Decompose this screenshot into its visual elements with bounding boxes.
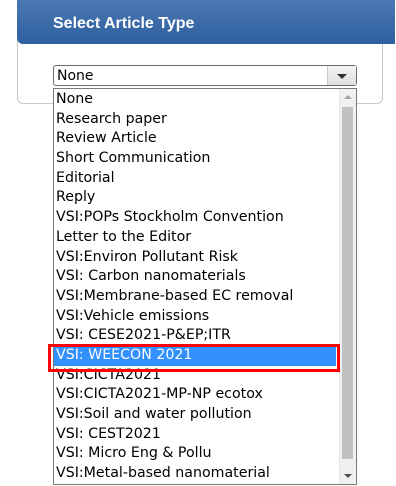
- dropdown-option[interactable]: None: [54, 90, 336, 110]
- scroll-thumb[interactable]: [342, 107, 353, 459]
- dropdown-option[interactable]: VSI:CICTA2021-MP-NP ecotox: [54, 385, 336, 405]
- dropdown-option[interactable]: Review Article: [54, 129, 336, 149]
- dropdown-option[interactable]: Research paper: [54, 110, 336, 130]
- dropdown-option[interactable]: VSI: CESE2021-P&EP;ITR: [54, 326, 336, 346]
- dropdown-option[interactable]: Short Communication: [54, 149, 336, 169]
- scroll-down-arrow-icon[interactable]: [340, 467, 356, 484]
- dropdown-option[interactable]: Reply: [54, 188, 336, 208]
- panel-title: Select Article Type: [53, 15, 195, 32]
- dropdown-option[interactable]: VSI:Membrane-based EC removal: [54, 287, 336, 307]
- dropdown-option[interactable]: VSI: CEST2021: [54, 425, 336, 445]
- dropdown-option[interactable]: VSI: WEECON 2021: [54, 345, 336, 366]
- dropdown-option[interactable]: VSI:POPs Stockholm Convention: [54, 208, 336, 228]
- dropdown-option[interactable]: VSI:Soil and water pollution: [54, 405, 336, 425]
- option-list: None Research paper Review Article Short Co…: [54, 90, 336, 484]
- article-type-select[interactable]: None: [53, 65, 357, 86]
- dropdown-scrollbar[interactable]: [339, 89, 356, 484]
- dropdown-option[interactable]: VSI: Micro Eng & Pollu: [54, 444, 336, 464]
- chevron-down-icon[interactable]: [327, 66, 356, 85]
- dropdown-option[interactable]: VSI: Carbon nanomaterials: [54, 267, 336, 287]
- scroll-up-arrow-icon[interactable]: [340, 89, 356, 106]
- dropdown-option[interactable]: Editorial: [54, 169, 336, 189]
- dropdown-option[interactable]: VSI:Vehicle emissions: [54, 307, 336, 327]
- dropdown-option[interactable]: Letter to the Editor: [54, 228, 336, 248]
- dropdown-option[interactable]: VSI:Environ Pollutant Risk: [54, 248, 336, 268]
- dropdown-option[interactable]: VSI:CICTA2021: [54, 366, 336, 386]
- select-current-value: None: [57, 68, 94, 84]
- article-type-dropdown-list[interactable]: None Research paper Review Article Short Co…: [53, 88, 357, 485]
- dropdown-option[interactable]: VSI:Metal-based nanomaterial: [54, 464, 336, 484]
- panel-header: Select Article Type: [17, 0, 395, 44]
